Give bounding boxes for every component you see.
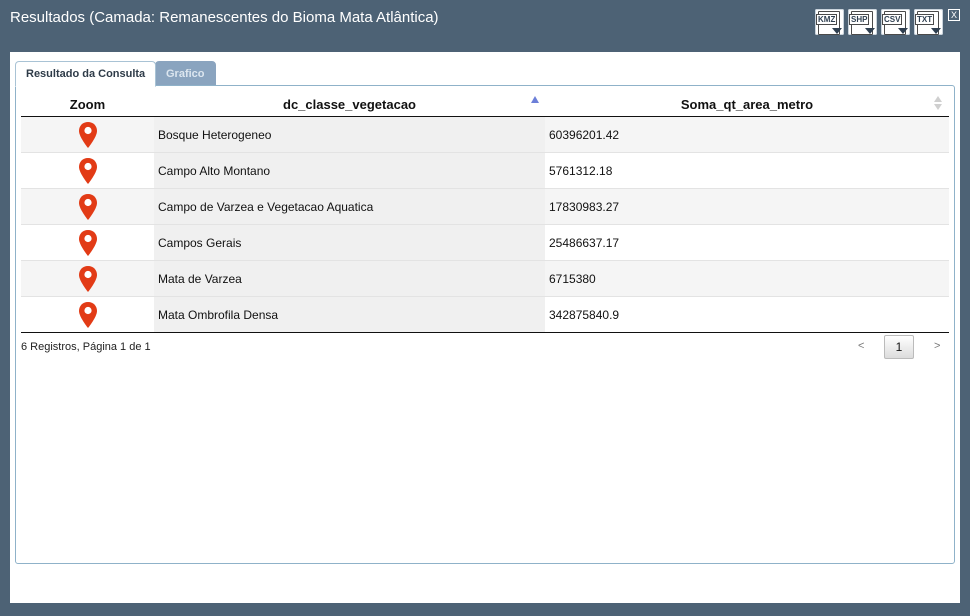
- download-arrow-icon: [865, 28, 875, 34]
- results-table: Zoom dc_classe_vegetacao Soma_qt_area_me…: [21, 92, 949, 333]
- classe-cell: Campo de Varzea e Vegetacao Aquatica: [154, 188, 545, 225]
- table-row: Campo de Varzea e Vegetacao Aquatica 178…: [21, 188, 949, 225]
- previous-page-button[interactable]: <: [858, 340, 864, 352]
- zoom-cell: [21, 296, 154, 333]
- export-shp-button[interactable]: SHP: [848, 9, 877, 35]
- map-pin-icon[interactable]: [78, 193, 98, 221]
- zoom-cell: [21, 260, 154, 297]
- export-txt-label: TXT: [915, 14, 935, 25]
- sort-ascending-icon: [531, 96, 539, 103]
- column-header-area-label: Soma_qt_area_metro: [680, 96, 814, 112]
- download-arrow-icon: [832, 28, 842, 34]
- records-info: 6 Registros, Página 1 de 1: [21, 341, 151, 353]
- table-header-row: Zoom dc_classe_vegetacao Soma_qt_area_me…: [21, 92, 949, 117]
- map-pin-icon[interactable]: [78, 121, 98, 149]
- window-title: Resultados (Camada: Remanescentes do Bio…: [10, 9, 439, 26]
- table-row: Mata Ombrofila Densa 342875840.9: [21, 296, 949, 333]
- tab-grafico[interactable]: Grafico: [155, 61, 216, 87]
- column-header-dc-classe-vegetacao[interactable]: dc_classe_vegetacao: [154, 92, 545, 117]
- area-cell: 6715380: [545, 260, 949, 297]
- classe-cell: Mata Ombrofila Densa: [154, 296, 545, 333]
- export-csv-button[interactable]: CSV: [881, 9, 910, 35]
- zoom-cell: [21, 224, 154, 261]
- classe-cell: Campos Gerais: [154, 224, 545, 261]
- column-header-zoom-label: Zoom: [69, 96, 106, 112]
- classe-cell: Campo Alto Montano: [154, 152, 545, 189]
- classe-cell: Mata de Varzea: [154, 260, 545, 297]
- export-kmz-button[interactable]: KMZ: [815, 9, 844, 35]
- map-pin-icon[interactable]: [78, 229, 98, 257]
- zoom-cell: [21, 188, 154, 225]
- tab-resultado-da-consulta[interactable]: Resultado da Consulta: [15, 61, 157, 87]
- area-cell: 17830983.27: [545, 188, 949, 225]
- area-cell: 60396201.42: [545, 116, 949, 153]
- map-pin-icon[interactable]: [78, 157, 98, 185]
- export-csv-label: CSV: [882, 14, 903, 25]
- next-page-button[interactable]: >: [934, 340, 940, 352]
- window-titlebar: Resultados (Camada: Remanescentes do Bio…: [0, 0, 970, 52]
- area-cell: 342875840.9: [545, 296, 949, 333]
- area-cell: 5761312.18: [545, 152, 949, 189]
- sort-both-icon: [933, 96, 943, 112]
- column-header-soma-qt-area-metro[interactable]: Soma_qt_area_metro: [545, 92, 949, 117]
- table-row: Bosque Heterogeneo 60396201.42: [21, 116, 949, 153]
- results-panel: Zoom dc_classe_vegetacao Soma_qt_area_me…: [15, 85, 955, 564]
- map-pin-icon[interactable]: [78, 301, 98, 329]
- export-kmz-label: KMZ: [816, 14, 838, 25]
- close-icon[interactable]: X: [948, 9, 960, 21]
- download-arrow-icon: [898, 28, 908, 34]
- dialog-content: Resultado da Consulta Grafico Zoom dc_cl…: [10, 52, 960, 603]
- table-row: Campos Gerais 25486637.17: [21, 224, 949, 261]
- classe-cell: Bosque Heterogeneo: [154, 116, 545, 153]
- map-pin-icon[interactable]: [78, 265, 98, 293]
- area-cell: 25486637.17: [545, 224, 949, 261]
- export-shp-label: SHP: [849, 14, 870, 25]
- table-row: Campo Alto Montano 5761312.18: [21, 152, 949, 189]
- zoom-cell: [21, 152, 154, 189]
- zoom-cell: [21, 116, 154, 153]
- page-1-button[interactable]: 1: [884, 335, 914, 359]
- table-row: Mata de Varzea 6715380: [21, 260, 949, 297]
- column-header-zoom: Zoom: [21, 92, 154, 117]
- column-header-classe-label: dc_classe_vegetacao: [283, 96, 416, 112]
- export-txt-button[interactable]: TXT: [914, 9, 943, 35]
- download-arrow-icon: [931, 28, 941, 34]
